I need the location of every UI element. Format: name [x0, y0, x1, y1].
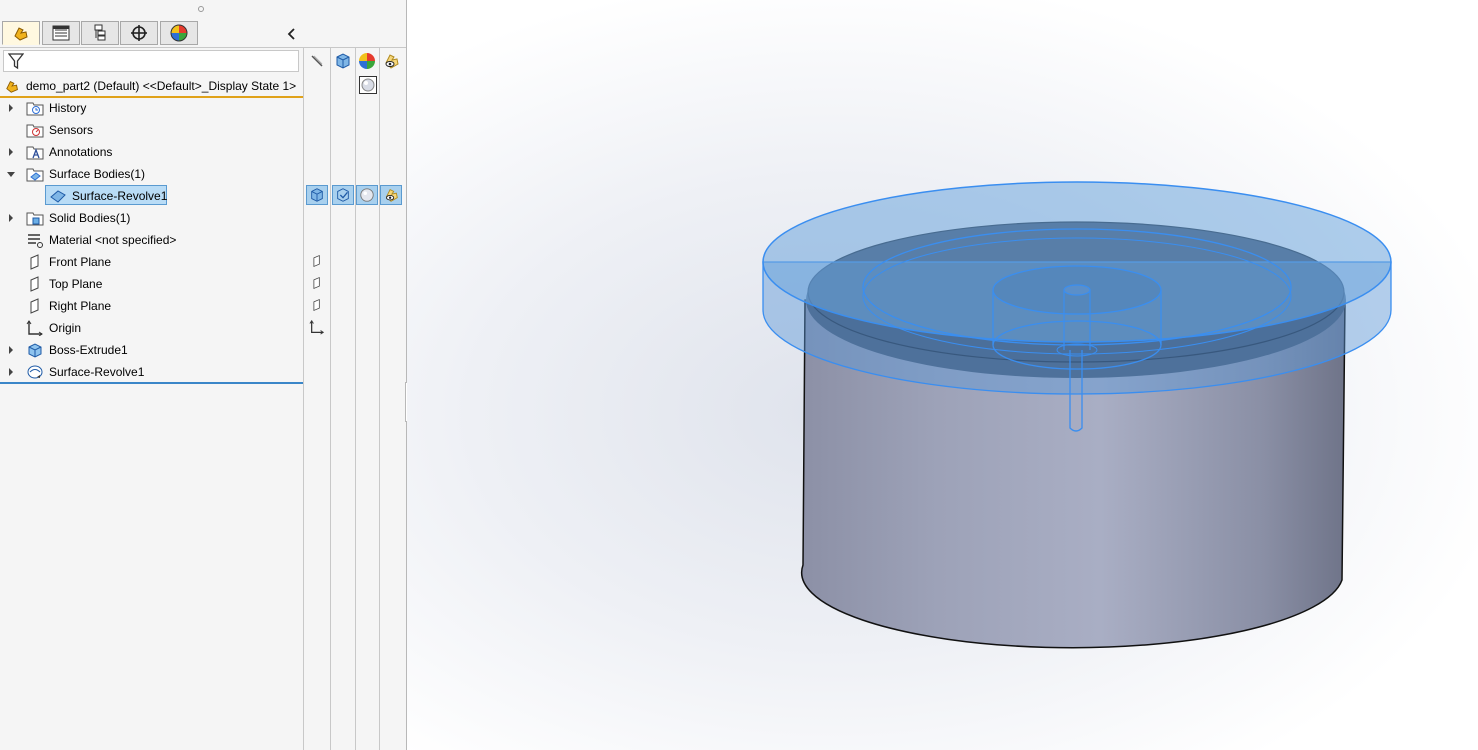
tree-item-annotations[interactable]: Annotations — [0, 141, 303, 163]
featuremanager-panel: demo_part2 (Default) <<Default>_Display … — [0, 0, 407, 750]
plane-icon — [30, 298, 39, 314]
tree-filter-input[interactable] — [3, 50, 299, 72]
tree-item-top-plane[interactable]: Top Plane — [0, 273, 303, 295]
tree-item-history[interactable]: History — [0, 97, 303, 119]
transparency-icon — [385, 188, 398, 202]
displaymanager-tab[interactable] — [160, 21, 198, 45]
transparency-column-header[interactable] — [380, 50, 402, 72]
tree-item-label: Annotations — [49, 145, 113, 159]
collapse-arrow-icon[interactable] — [6, 169, 16, 179]
surface-revolve-icon — [27, 365, 43, 379]
right-plane-hide-show-cell[interactable] — [306, 295, 328, 315]
tree-item-material[interactable]: Material <not specified> — [0, 229, 303, 251]
part-icon — [6, 80, 18, 93]
boss-extrude-icon — [28, 343, 42, 358]
propertymanager-icon — [52, 25, 70, 41]
origin-icon — [309, 319, 325, 335]
body-visible-icon — [311, 188, 323, 202]
collapse-panel-button[interactable] — [284, 26, 300, 42]
part-root-node[interactable]: demo_part2 (Default) <<Default>_Display … — [0, 76, 303, 98]
propertymanager-tab[interactable] — [42, 21, 80, 45]
surface-body-display-mode-cell[interactable] — [332, 185, 354, 205]
annotations-folder-icon — [26, 146, 44, 160]
tree-item-label: Surface-Revolve1 — [72, 189, 168, 203]
display-mode-icon — [336, 53, 350, 69]
plane-icon — [30, 254, 39, 270]
part-root-label: demo_part2 (Default) <<Default>_Display … — [26, 79, 297, 93]
tree-item-label: Top Plane — [49, 277, 103, 291]
filter-icon — [8, 53, 24, 70]
expand-arrow-icon[interactable] — [6, 147, 16, 157]
appearance-sphere-icon — [360, 188, 374, 202]
tree-item-label: Surface-Revolve1 — [49, 365, 145, 379]
tree-item-label: History — [49, 101, 87, 115]
configurationmanager-tab[interactable] — [81, 21, 119, 45]
origin-hide-show-cell[interactable] — [306, 317, 328, 337]
origin-icon — [26, 320, 43, 336]
tree-item-sensors[interactable]: Sensors — [0, 119, 303, 141]
tree-item-surface-bodies[interactable]: Surface Bodies(1) — [0, 163, 303, 185]
surface-body-hide-show-cell[interactable] — [306, 185, 328, 205]
appearance-sphere-icon — [359, 76, 377, 94]
plane-hidden-icon — [313, 276, 320, 290]
plane-icon — [30, 276, 39, 292]
tree-item-surface-body-selected[interactable]: Surface-Revolve1 — [0, 185, 303, 207]
solid-bodies-folder-icon — [26, 212, 44, 226]
tree-item-label: Boss-Extrude1 — [49, 343, 128, 357]
configurationmanager-icon — [94, 24, 106, 41]
expand-arrow-icon[interactable] — [6, 345, 16, 355]
graphics-area[interactable] — [407, 0, 1478, 750]
featuremanager-tab[interactable] — [2, 21, 40, 45]
displaymanager-icon — [170, 24, 188, 42]
surface-bodies-folder-icon — [26, 168, 44, 182]
root-appearance-cell[interactable] — [357, 75, 379, 95]
panel-resize-grip[interactable] — [198, 6, 204, 12]
tree-item-label: Front Plane — [49, 255, 112, 269]
material-icon — [28, 234, 43, 248]
surface-body-appearance-cell[interactable] — [356, 185, 378, 205]
appearance-column-header[interactable] — [356, 50, 378, 72]
front-plane-hide-show-cell[interactable] — [306, 251, 328, 271]
tree-item-label: Sensors — [49, 123, 94, 137]
sensors-folder-icon — [26, 124, 44, 138]
tree-item-front-plane[interactable]: Front Plane — [0, 251, 303, 273]
hide-show-column-header[interactable] — [306, 50, 328, 72]
expand-arrow-icon[interactable] — [6, 367, 16, 377]
surface-body-icon — [50, 190, 66, 203]
transparency-icon — [385, 54, 399, 69]
plane-hidden-icon — [313, 254, 320, 268]
dimxpert-icon — [131, 25, 147, 41]
tree-item-label: Right Plane — [49, 299, 112, 313]
tree-item-label: Surface Bodies(1) — [49, 167, 146, 181]
appearance-icon — [359, 53, 375, 69]
tree-item-right-plane[interactable]: Right Plane — [0, 295, 303, 317]
manager-tabs — [0, 20, 406, 48]
tree-item-solid-bodies[interactable]: Solid Bodies(1) — [0, 207, 303, 229]
dimxpertmanager-tab[interactable] — [120, 21, 158, 45]
tree-item-label: Origin — [49, 321, 82, 335]
display-mode-shaded-icon — [337, 188, 349, 202]
expand-arrow-icon[interactable] — [6, 103, 16, 113]
tree-item-label: Solid Bodies(1) — [49, 211, 131, 225]
display-pane — [303, 48, 406, 750]
plane-hidden-icon — [313, 298, 320, 312]
expand-arrow-icon[interactable] — [6, 213, 16, 223]
top-plane-hide-show-cell[interactable] — [306, 273, 328, 293]
chevron-left-icon — [287, 28, 295, 40]
surface-body-transparency-cell[interactable] — [380, 185, 402, 205]
tree-item-label: Material <not specified> — [49, 233, 177, 247]
tree-item-boss-extrude[interactable]: Boss-Extrude1 — [0, 339, 303, 361]
history-folder-icon — [26, 102, 44, 116]
model-view[interactable] — [407, 0, 1478, 750]
display-mode-column-header[interactable] — [332, 50, 354, 72]
tree-item-surface-revolve[interactable]: Surface-Revolve1 — [0, 361, 303, 383]
rollback-bar[interactable] — [0, 382, 303, 384]
hide-show-icon — [311, 55, 323, 67]
featuremanager-icon — [14, 27, 28, 41]
tree-item-origin[interactable]: Origin — [0, 317, 303, 339]
